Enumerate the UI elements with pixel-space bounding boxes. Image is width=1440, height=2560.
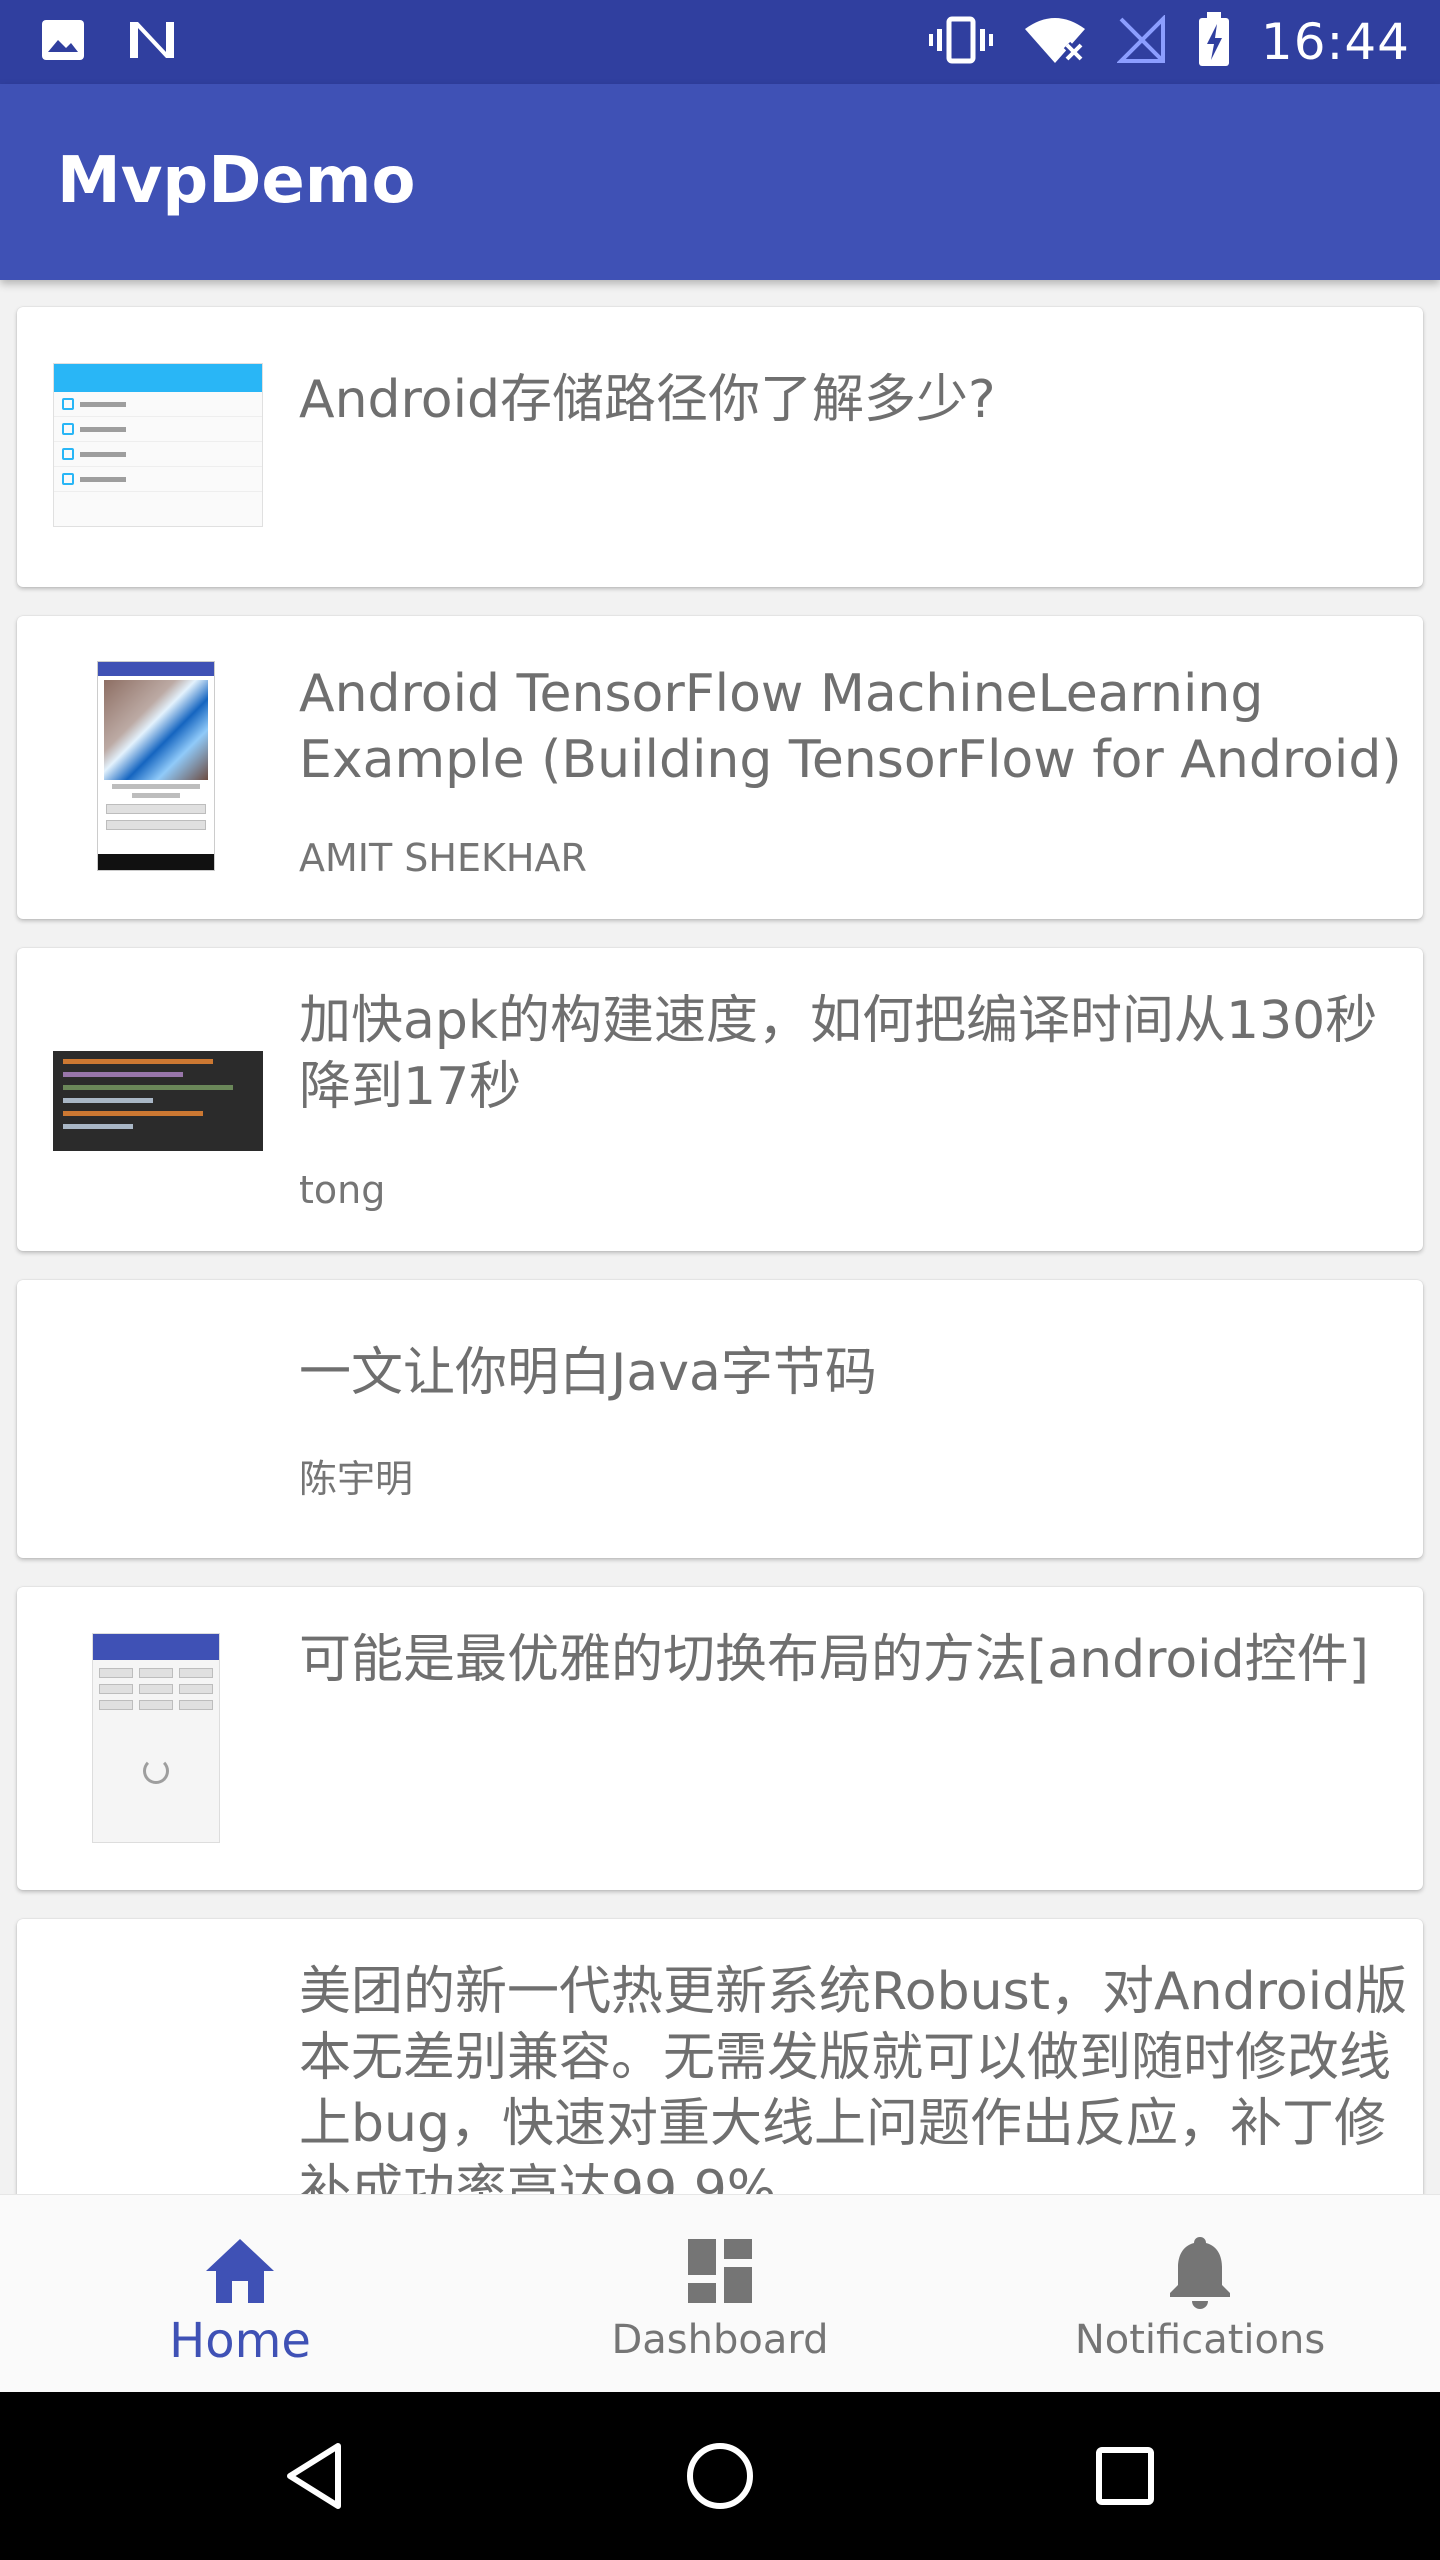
image-icon [40,18,86,66]
status-bar: 16:44 [0,0,1440,84]
article-title: 加快apk的构建速度，如何把编译时间从130秒降到17秒 [299,991,1378,1117]
battery-charging-icon [1197,12,1231,72]
article-title: 一文让你明白Java字节码 [299,1343,877,1403]
app-bar: MvpDemo [0,84,1440,280]
nav-notifications[interactable]: Notifications [960,2195,1440,2393]
n-logo-icon [126,18,178,66]
article-thumbnail [53,1051,263,1151]
nav-dashboard-label: Dashboard [611,2317,829,2363]
back-icon[interactable] [274,2434,358,2518]
article-list[interactable]: Android存储路径你了解多少? Android TensorFlow Mac… [0,280,1440,2194]
no-signal-icon [1116,14,1167,69]
article-title: Android存储路径你了解多少? [299,370,996,430]
wifi-off-icon [1023,15,1087,69]
article-thumbnail [53,363,263,527]
article-card[interactable]: 美团的新一代热更新系统Robust，对Android版本无差别兼容。无需发版就可… [17,1919,1423,2194]
article-thumbnail [97,661,215,871]
article-author: 陈宇明 [299,1457,414,1501]
article-title: 美团的新一代热更新系统Robust，对Android版本无差别兼容。无需发版就可… [299,1962,1408,2194]
article-author: AMIT SHEKHAR [299,836,587,880]
nav-notifications-label: Notifications [1074,2317,1326,2363]
article-card[interactable]: 可能是最优雅的切换布局的方法[android控件] [17,1587,1423,1890]
article-card[interactable]: 一文让你明白Java字节码 陈宇明 [17,1280,1423,1558]
vibrate-icon [928,15,993,69]
article-thumbnail [92,1633,220,1843]
recents-icon[interactable] [1083,2434,1167,2518]
article-title: 可能是最优雅的切换布局的方法[android控件] [299,1630,1369,1690]
article-card[interactable]: Android TensorFlow MachineLearning Examp… [17,616,1423,919]
article-card[interactable]: 加快apk的构建速度，如何把编译时间从130秒降到17秒 tong [17,948,1423,1251]
home-circle-icon[interactable] [678,2434,762,2518]
dashboard-icon [680,2231,760,2311]
app-title: MvpDemo [57,144,416,218]
nav-home[interactable]: Home [0,2195,480,2393]
bell-icon [1160,2231,1240,2311]
nav-home-label: Home [169,2313,311,2369]
article-card[interactable]: Android存储路径你了解多少? [17,307,1423,587]
status-time: 16:44 [1260,13,1410,71]
home-icon [200,2231,280,2311]
article-author: tong [299,1168,386,1212]
bottom-navigation: Home Dashboard Notifications [0,2194,1440,2392]
system-navigation-bar [0,2392,1440,2560]
nav-dashboard[interactable]: Dashboard [480,2195,960,2393]
article-title: Android TensorFlow MachineLearning Examp… [299,664,1402,790]
